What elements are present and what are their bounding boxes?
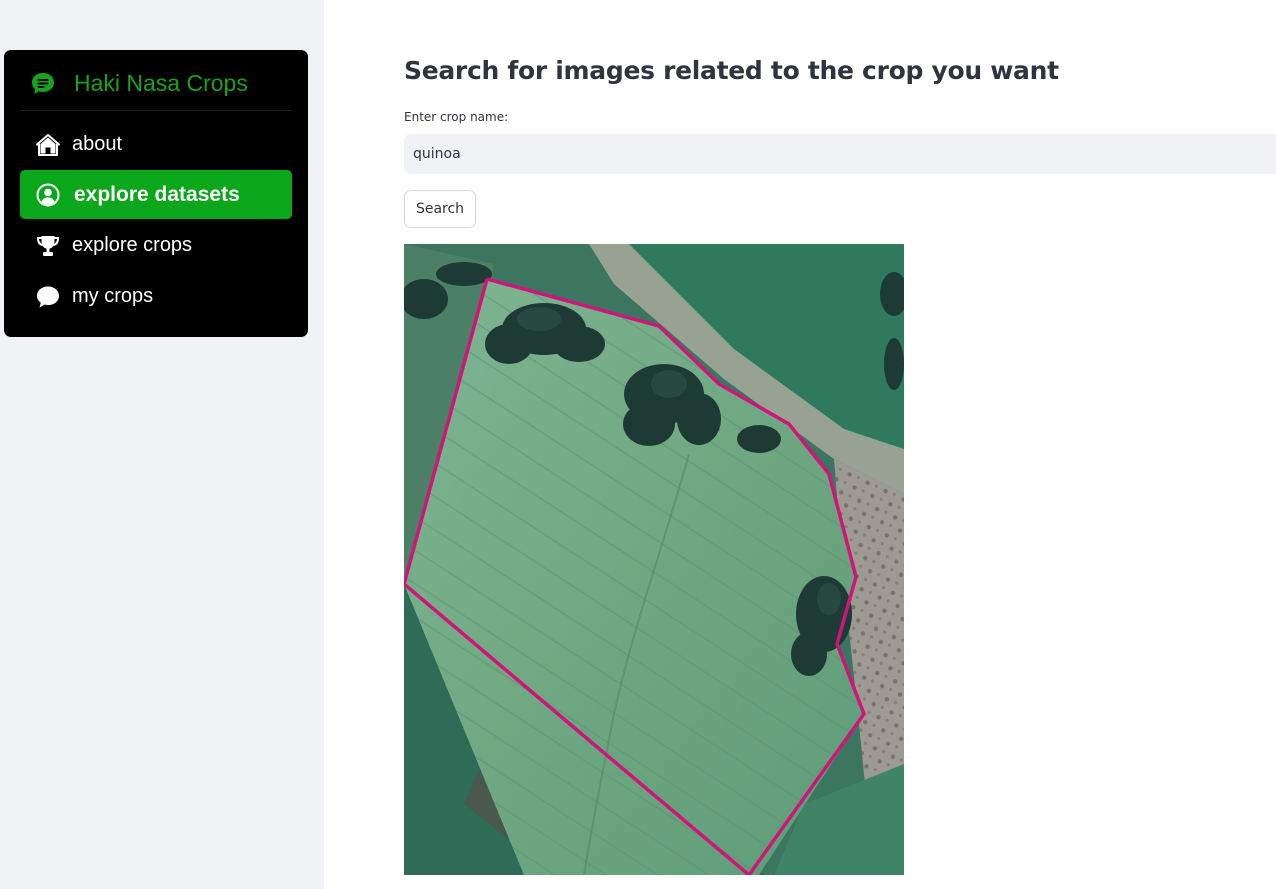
satellite-field-graphic xyxy=(404,244,904,875)
trophy-icon xyxy=(35,233,61,259)
nav-menu: Haki Nasa Crops about explore datasets e… xyxy=(4,50,308,337)
chat-bubble-icon xyxy=(35,284,61,310)
sidebar-item-label: about xyxy=(72,133,123,155)
crop-name-label: Enter crop name: xyxy=(404,110,509,124)
sidebar-item-about[interactable]: about xyxy=(20,120,292,169)
menu-header: Haki Nasa Crops xyxy=(20,68,292,111)
sidebar-item-explore-crops[interactable]: explore crops xyxy=(20,221,292,270)
main-content: Search for images related to the crop yo… xyxy=(324,0,1276,889)
sidebar-item-label: my crops xyxy=(72,285,154,307)
page-title: Search for images related to the crop yo… xyxy=(404,56,1059,85)
search-button[interactable]: Search xyxy=(404,190,476,228)
sidebar-item-explore-datasets[interactable]: explore datasets xyxy=(20,170,292,219)
sidebar-item-label: explore datasets xyxy=(74,182,240,206)
app-root: Haki Nasa Crops about explore datasets e… xyxy=(0,0,1276,889)
crop-name-input[interactable] xyxy=(404,134,1276,174)
sidebar-item-label: explore crops xyxy=(72,234,193,256)
sidebar-item-my-crops[interactable]: my crops xyxy=(20,272,292,321)
app-title: Haki Nasa Crops xyxy=(74,70,248,96)
satellite-image xyxy=(404,244,904,875)
sidebar: Haki Nasa Crops about explore datasets e… xyxy=(0,0,324,889)
chat-icon xyxy=(30,71,56,97)
house-icon xyxy=(35,132,61,158)
person-circle-icon xyxy=(35,182,61,208)
